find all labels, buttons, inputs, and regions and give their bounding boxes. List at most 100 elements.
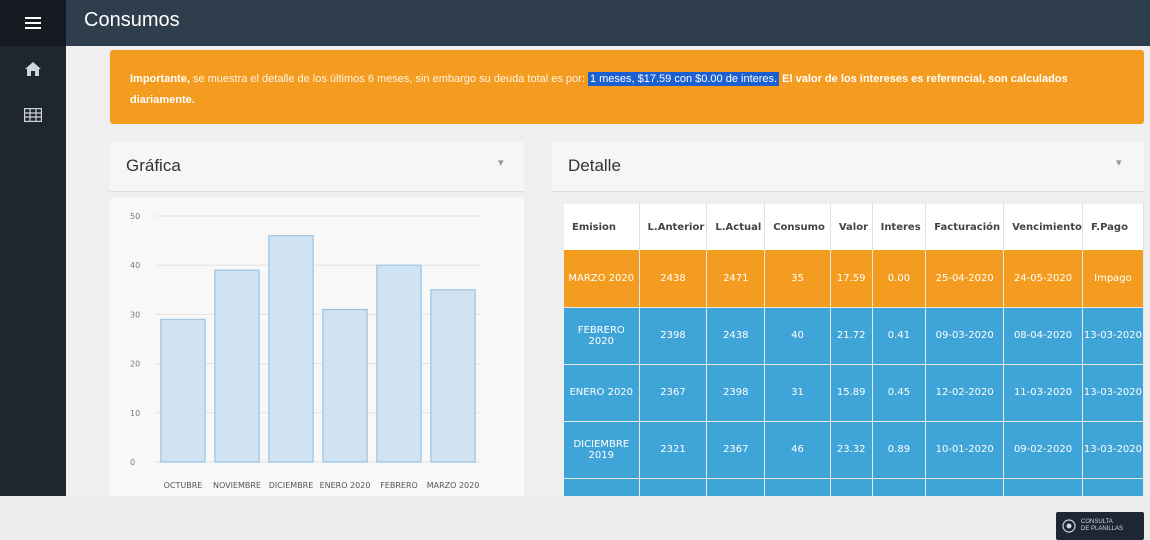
table-header-cell: Vencimiento	[1003, 204, 1083, 250]
chart-collapse-icon[interactable]: ▾	[498, 156, 504, 169]
table-cell: 09-02-2020	[1003, 421, 1083, 479]
top-bar: Consumos	[66, 0, 1150, 46]
table-cell: 15.89	[830, 364, 873, 422]
table-cell: 10-01-2020	[925, 421, 1005, 479]
watermark-logo: CONSULTA DE PLANILLAS	[1056, 512, 1144, 540]
table-row[interactable]: ENERO 2020 2367 2398 31 15.89 0.45 12-02-2020 1…	[564, 364, 1144, 422]
detail-panel-title: Detalle	[568, 156, 621, 175]
alert-highlight: 1 meses, $17.59 con $0.00 de interes.	[587, 72, 780, 86]
x-tick-label: NOVIEMBRE	[213, 481, 261, 490]
y-tick-label: 40	[130, 261, 140, 270]
chart-bar	[160, 318, 206, 463]
table-cell: 2398	[706, 364, 766, 422]
consumption-bar-chart: 0 10 20 30 40 50 OCTUBRE NOVIEMBRE DICIEMBRE ENER…	[130, 212, 480, 490]
table-cell: ENERO 2020	[564, 364, 640, 422]
alert-text: se muestra el detalle de los últimos 6 m…	[189, 73, 588, 85]
table-cell: 2282	[639, 478, 708, 496]
home-icon	[25, 62, 41, 76]
table-cell: MARZO 2020	[564, 250, 640, 308]
table-cell: 31	[764, 364, 831, 422]
x-tick-label: OCTUBRE	[164, 481, 203, 490]
table-cell: 12-02-2020	[925, 364, 1005, 422]
x-tick-label: FEBRERO	[380, 481, 418, 490]
table-header-cell: Interes	[872, 204, 927, 250]
table-cell: 40	[764, 307, 831, 365]
table-row[interactable]: FEBRERO 2020 2398 2438 40 21.72 0.41 09-03-202…	[564, 307, 1144, 365]
sidebar	[0, 0, 66, 496]
table-cell: 2438	[706, 307, 766, 365]
table-cell: 0.41	[872, 307, 927, 365]
x-tick-label: DICIEMBRE	[269, 481, 314, 490]
table-cell	[925, 478, 1005, 496]
table-cell: 13-03-2020	[1082, 307, 1144, 365]
table-cell: 09-03-2020	[925, 307, 1005, 365]
y-tick-label: 20	[130, 360, 140, 369]
table-cell: 0.45	[872, 364, 927, 422]
alert-prefix: Importante,	[130, 73, 190, 85]
table-row[interactable]: NOVIEMBRE2282	[564, 478, 1144, 496]
hamburger-menu-button[interactable]	[0, 0, 66, 46]
chart-panel: 0 10 20 30 40 50 OCTUBRE NOVIEMBRE DICIEMBRE ENER…	[110, 198, 524, 496]
table-row[interactable]: DICIEMBRE 2019 2321 2367 46 23.32 0.89 10-01-2…	[564, 421, 1144, 479]
detail-collapse-icon[interactable]: ▾	[1116, 156, 1122, 169]
detail-table: Emision L.Anterior L.Actual Consumo Valor Int…	[564, 204, 1144, 496]
y-tick-label: 0	[130, 458, 135, 467]
table-cell: 24-05-2020	[1003, 250, 1083, 308]
y-tick-label: 30	[130, 310, 140, 319]
table-cell: Impago	[1082, 250, 1144, 308]
table-cell: 21.72	[830, 307, 873, 365]
main-content: Importante, se muestra el detalle de los…	[66, 46, 1150, 540]
table-header-cell: Facturación	[925, 204, 1005, 250]
table-cell	[764, 478, 831, 496]
table-cell: 2367	[706, 421, 766, 479]
x-tick-label: MARZO 2020	[427, 481, 480, 490]
watermark-line2: DE PLANILLAS	[1081, 526, 1124, 532]
table-header-row: Emision L.Anterior L.Actual Consumo Valor Int…	[564, 204, 1144, 250]
table-cell: 17.59	[830, 250, 873, 308]
table-cell	[1082, 478, 1144, 496]
table-cell	[706, 478, 766, 496]
table-cell: NOVIEMBRE	[564, 478, 640, 496]
detail-table-wrap: Emision L.Anterior L.Actual Consumo Valor Int…	[564, 204, 1144, 496]
table-cell	[830, 478, 873, 496]
page-title: Consumos	[84, 9, 180, 31]
y-tick-label: 50	[130, 212, 140, 221]
table-row[interactable]: MARZO 2020 2438 2471 35 17.59 0.00 25-04-2020 2…	[564, 250, 1144, 308]
watermark-line1: CONSULTA	[1081, 519, 1113, 525]
sidebar-item-table[interactable]	[0, 92, 66, 138]
sidebar-item-home[interactable]	[0, 46, 66, 92]
table-cell: 11-03-2020	[1003, 364, 1083, 422]
logo-icon	[1062, 519, 1076, 533]
table-header-cell: Valor	[830, 204, 873, 250]
chart-bar	[214, 269, 260, 463]
table-cell: 08-04-2020	[1003, 307, 1083, 365]
x-tick-label: ENERO 2020	[320, 481, 371, 490]
table-cell: 35	[764, 250, 831, 308]
table-cell: 0.89	[872, 421, 927, 479]
chart-bar	[268, 235, 314, 463]
table-cell: 23.32	[830, 421, 873, 479]
chart-bar	[322, 308, 368, 463]
table-header-cell: Consumo	[764, 204, 831, 250]
table-cell: 0.00	[872, 250, 927, 308]
table-cell: FEBRERO 2020	[564, 307, 640, 365]
table-cell: 2398	[639, 307, 708, 365]
table-header-cell: Emision	[564, 204, 640, 250]
table-cell	[1003, 478, 1083, 496]
y-tick-label: 10	[130, 409, 140, 418]
table-header-cell: F.Pago	[1082, 204, 1144, 250]
table-header-cell: L.Actual	[706, 204, 766, 250]
table-cell: 2471	[706, 250, 766, 308]
menu-icon	[25, 17, 41, 29]
table-cell: 2438	[639, 250, 708, 308]
table-cell: DICIEMBRE 2019	[564, 421, 640, 479]
table-cell: 25-04-2020	[925, 250, 1005, 308]
table-cell: 13-03-2020	[1082, 421, 1144, 479]
table-cell: 46	[764, 421, 831, 479]
chart-panel-header: Gráfica ▾	[110, 142, 524, 192]
table-cell: 2367	[639, 364, 708, 422]
table-cell: 2321	[639, 421, 708, 479]
chart-bar	[430, 289, 476, 463]
debt-alert: Importante, se muestra el detalle de los…	[110, 50, 1144, 124]
detail-panel-header: Detalle ▾	[552, 142, 1144, 192]
